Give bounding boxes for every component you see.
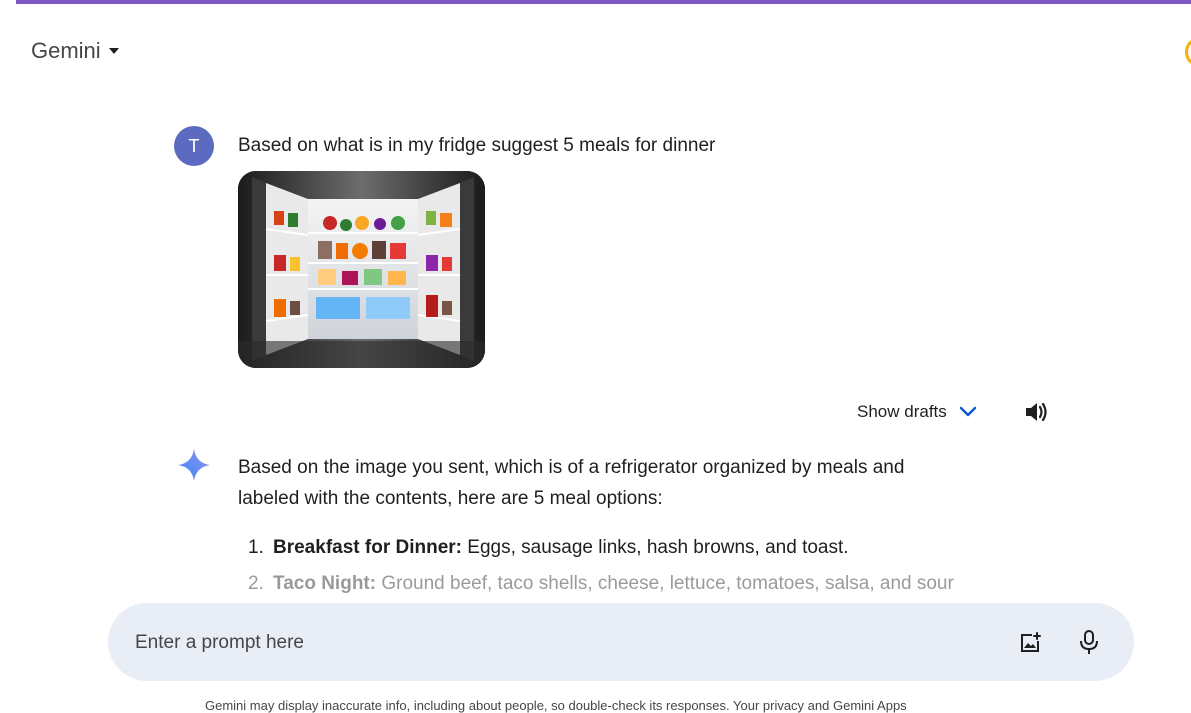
model-response: Based on the image you sent, which is of… [238,452,998,602]
upload-image-button[interactable] [1018,631,1042,660]
caret-down-icon [108,48,119,54]
uploaded-fridge-image[interactable] [238,171,485,368]
read-aloud-button[interactable] [1024,401,1048,428]
list-item: 1. Breakfast for Dinner: Eggs, sausage li… [248,530,998,566]
response-intro-line2: labeled with the contents, here are 5 me… [238,488,663,509]
list-item-number: 1. [248,537,264,558]
meal-list: 1. Breakfast for Dinner: Eggs, sausage li… [248,530,998,602]
disclaimer-text: Gemini may display inaccurate info, incl… [205,698,907,713]
user-avatar: T [174,126,214,166]
show-drafts-label: Show drafts [857,402,947,421]
account-avatar[interactable] [1185,37,1191,67]
show-drafts-button[interactable]: Show drafts [857,402,977,422]
list-item-title: Breakfast for Dinner: [273,537,462,558]
microphone-button[interactable] [1078,629,1100,660]
speaker-icon [1026,402,1047,422]
brand-label: Gemini [31,38,101,63]
list-item: 2. Taco Night: Ground beef, taco shells, … [248,566,998,602]
gemini-sparkle-icon [176,447,212,488]
top-accent-line [16,0,1191,4]
chevron-down-icon [959,406,976,417]
microphone-icon [1080,630,1098,654]
list-item-text: Ground beef, taco shells, cheese, lettuc… [376,573,954,594]
model-selector[interactable]: Gemini [31,38,119,64]
user-avatar-letter: T [188,135,200,156]
fridge-photo [238,171,485,368]
list-item-title: Taco Night: [273,573,377,594]
user-prompt-text: Based on what is in my fridge suggest 5 … [238,135,716,156]
response-intro-line1: Based on the image you sent, which is of… [238,457,905,478]
list-item-number: 2. [248,573,264,594]
add-image-icon [1021,632,1041,652]
list-item-text: Eggs, sausage links, hash browns, and to… [462,537,849,558]
prompt-bar [108,603,1134,681]
prompt-input[interactable] [133,631,937,655]
